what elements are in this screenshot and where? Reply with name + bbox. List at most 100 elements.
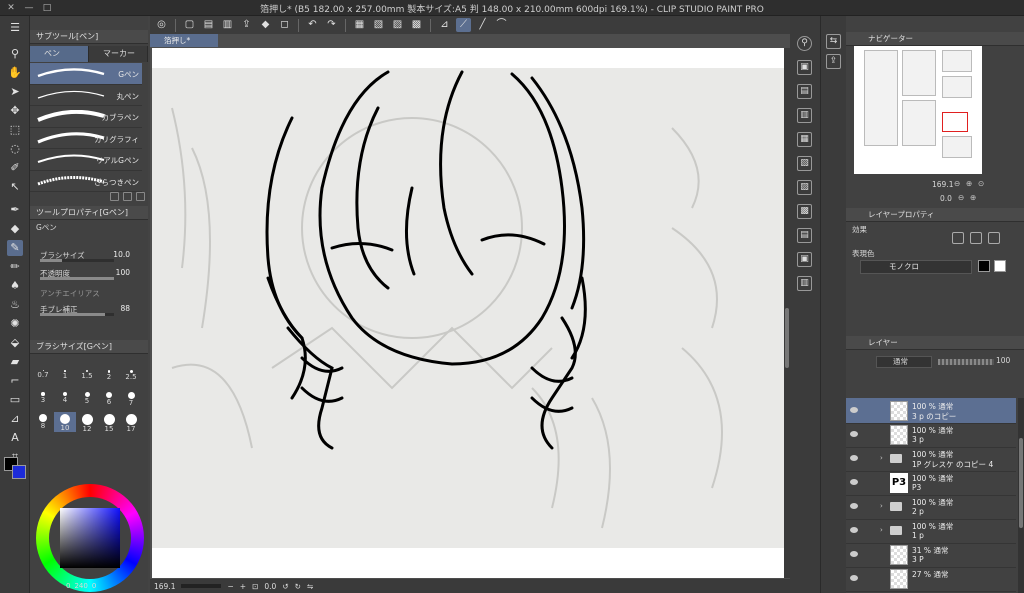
subtool-panel-header[interactable]: サブツール[ペン] — [30, 30, 148, 44]
sub-color-swatch[interactable] — [12, 465, 26, 479]
transparent-area-icon[interactable]: ▦ — [352, 18, 367, 32]
zoom-tool-icon[interactable]: ⚲ — [7, 46, 23, 62]
layer-row[interactable]: 27 % 通常 — [846, 566, 1016, 592]
brush-size-panel-header[interactable]: ブラシサイズ[Gペン] — [30, 340, 148, 354]
snap-ruler-icon[interactable]: ▧ — [371, 18, 386, 32]
brush-size-option[interactable]: 5 — [76, 390, 98, 410]
visibility-eye-icon[interactable] — [850, 551, 858, 557]
snap-special-ruler-icon[interactable]: ▩ — [409, 18, 424, 32]
nav-zoom-in-icon[interactable]: ⊕ — [966, 179, 972, 188]
lasso-tool-icon[interactable]: ◌ — [7, 141, 23, 157]
brush-size-option[interactable]: 4 — [54, 390, 76, 410]
flip-icon[interactable]: ⇋ — [307, 582, 313, 591]
brush-size-option[interactable]: 1 — [54, 368, 76, 388]
brush-size-row[interactable]: ブラシサイズ 10.0 — [36, 250, 144, 264]
blend-mode-select[interactable]: 通常 — [876, 356, 932, 368]
blend-tool-icon[interactable]: ✺ — [7, 316, 23, 332]
brush-size-slider[interactable] — [40, 259, 114, 262]
export-icon[interactable]: ⇪ — [239, 18, 254, 32]
brush-item-g-pen[interactable]: Gペン — [30, 63, 142, 85]
search-icon[interactable]: ⚲ — [797, 36, 812, 51]
hand-tool-icon[interactable]: ✋ — [7, 65, 23, 81]
color-effect-icon[interactable] — [988, 232, 1000, 244]
stabilization-row[interactable]: 手ブレ補正 88 — [36, 304, 144, 318]
clip-studio-icon[interactable]: ◎ — [154, 18, 169, 32]
brush-item-real-g-pen[interactable]: リアルGペン — [30, 149, 142, 171]
tone-effect-icon[interactable] — [970, 232, 982, 244]
brush-size-option[interactable]: 8 — [32, 412, 54, 432]
opacity-slider[interactable] — [40, 277, 114, 280]
pen-tool-icon[interactable]: ✒ — [7, 202, 23, 218]
vector-select-icon[interactable]: ↖ — [7, 179, 23, 195]
visibility-eye-icon[interactable] — [850, 431, 858, 437]
material-icon[interactable]: ▨ — [797, 180, 812, 195]
material-icon[interactable]: ▣ — [797, 252, 812, 267]
eraser-icon[interactable]: ◆ — [7, 221, 23, 237]
brush-size-option[interactable]: 10 — [54, 412, 76, 432]
eyedropper-icon[interactable]: ✐ — [7, 160, 23, 176]
visibility-eye-icon[interactable] — [850, 527, 858, 533]
figure-tool-icon[interactable]: ⌐ — [7, 373, 23, 389]
fill-icon[interactable]: ◆ — [258, 18, 273, 32]
redo-icon[interactable]: ↷ — [324, 18, 339, 32]
scroll-thumb[interactable] — [785, 308, 789, 368]
layer-row[interactable]: P3 100 % 通常 P3 — [846, 470, 1016, 496]
pencil-icon[interactable]: ✏ — [7, 259, 23, 275]
brush-item-maru-pen[interactable]: 丸ペン — [30, 85, 142, 106]
g-pen-tool-icon[interactable]: ✎ — [7, 240, 23, 256]
brush-item-zaratsuki-pen[interactable]: ざらつきペン — [30, 171, 142, 192]
tab-marker[interactable]: マーカー — [89, 46, 148, 62]
nav-rotate-left-icon[interactable]: ⊖ — [958, 193, 964, 202]
move-layer-icon[interactable]: ✥ — [7, 103, 23, 119]
navigator-preview[interactable] — [854, 46, 982, 174]
opacity-value[interactable]: 100 — [116, 268, 130, 277]
canvas-paper[interactable] — [152, 48, 784, 578]
material-icon[interactable]: ▤ — [797, 228, 812, 243]
tool-property-header[interactable]: ツールプロパティ[Gペン] — [30, 206, 148, 220]
tab-pen[interactable]: ペン — [30, 46, 89, 62]
create-subtool-icon[interactable] — [123, 192, 132, 201]
antialias-row[interactable]: アンチエイリアス — [36, 288, 144, 302]
rotation-readout[interactable]: 0.0 — [264, 582, 276, 591]
open-file-icon[interactable]: ▤ — [201, 18, 216, 32]
nav-fit-icon[interactable]: ⊙ — [978, 179, 984, 188]
folder-expand-icon[interactable]: › — [880, 526, 883, 534]
material-icon[interactable]: ▥ — [797, 108, 812, 123]
border-effect-icon[interactable] — [952, 232, 964, 244]
folder-expand-icon[interactable]: › — [880, 502, 883, 510]
pen-snap-icon[interactable]: ⟋ — [456, 18, 471, 32]
brush-size-option[interactable]: 1.5 — [76, 368, 98, 388]
layer-color-black[interactable] — [978, 260, 990, 272]
layer-row[interactable]: 100 % 通常 3 p — [846, 422, 1016, 448]
brush-size-option[interactable]: 3 — [32, 390, 54, 410]
saturation-value-square[interactable] — [60, 508, 120, 568]
brush-icon[interactable]: ♠ — [7, 278, 23, 294]
stabilization-slider[interactable] — [40, 313, 114, 316]
frame-border-icon[interactable]: ▭ — [7, 392, 23, 408]
zoom-slider[interactable] — [181, 584, 222, 588]
folder-expand-icon[interactable]: › — [880, 454, 883, 462]
canvas-tab[interactable]: 箔押し* — [150, 34, 218, 47]
nav-zoom-out-icon[interactable]: ⊖ — [954, 179, 960, 188]
brush-size-option[interactable]: 7 — [120, 390, 142, 410]
straight-line-icon[interactable]: ╱ — [475, 18, 490, 32]
scroll-thumb[interactable] — [1019, 438, 1023, 528]
delete-subtool-icon[interactable] — [136, 192, 145, 201]
layer-row[interactable]: 31 % 通常 3 P — [846, 542, 1016, 568]
history-icon[interactable]: ⇆ — [826, 34, 841, 49]
layer-property-header[interactable]: レイヤープロパティ — [846, 208, 1024, 222]
rotate-right-icon[interactable]: ↻ — [295, 582, 301, 591]
visibility-eye-icon[interactable] — [850, 479, 858, 485]
operation-tool-icon[interactable]: ➤ — [7, 84, 23, 100]
nav-rotate-right-icon[interactable]: ⊕ — [970, 193, 976, 202]
ruler-icon[interactable]: ⊿ — [437, 18, 452, 32]
brush-item-kabura-pen[interactable]: カブラペン — [30, 106, 142, 128]
layer-opacity-value[interactable]: 100 — [996, 356, 1010, 365]
zoom-readout[interactable]: 169.1 — [154, 582, 175, 591]
palette-menu-icon[interactable]: ☰ — [7, 20, 23, 36]
zoom-in-icon[interactable]: + — [240, 582, 246, 591]
clear-icon[interactable]: ◻ — [277, 18, 292, 32]
curve-icon[interactable]: ⌒ — [494, 18, 509, 32]
material-icon[interactable]: ▤ — [797, 84, 812, 99]
layer-list-scrollbar[interactable] — [1018, 398, 1024, 593]
